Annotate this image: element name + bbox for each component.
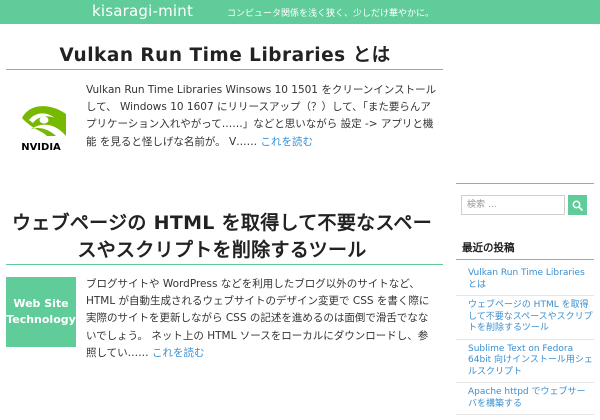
post-excerpt: Vulkan Run Time Libraries Winsows 10 150… (86, 82, 438, 151)
magnifier-icon (572, 200, 583, 211)
excerpt-text: ブログサイトや WordPress などを利用したブログ以外のサイトなど、 HT… (86, 278, 430, 359)
site-header: kisaragi-mint コンピュータ関係を浅く狭く、少しだけ華やかに。 (0, 0, 600, 24)
web-site-technology-thumbnail[interactable]: Web Site Technology (6, 277, 76, 347)
post-title[interactable]: ウェブページの HTML を取得して不要なスペースやスクリプトを削除するツール (6, 210, 438, 264)
recent-posts-title: 最近の投稿 (462, 242, 515, 254)
read-more-link[interactable]: これを読む (261, 136, 314, 148)
sidebar-divider (456, 259, 594, 260)
search-input[interactable] (461, 195, 565, 215)
recent-post-link[interactable]: Sublime Text on Fedora 64bit 向けインストール用シェ… (468, 344, 594, 379)
read-more-link[interactable]: これを読む (152, 347, 205, 359)
site-tagline: コンピュータ関係を浅く狭く、少しだけ華やかに。 (227, 9, 435, 19)
title-divider (6, 69, 443, 70)
post-title[interactable]: Vulkan Run Time Libraries とは (20, 41, 430, 67)
nvidia-logo-text: NVIDIA (21, 142, 61, 152)
recent-post-link[interactable]: Apache httpd でウェブサーバを構築する (468, 387, 594, 410)
recent-post-link[interactable]: ウェブページの HTML を取得して不要なスペースやスクリプトを削除するツール (468, 300, 594, 335)
search-button[interactable] (568, 195, 587, 215)
title-divider (6, 264, 443, 265)
list-item: Apache httpd でウェブサーバを構築する (456, 383, 594, 415)
nvidia-logo[interactable]: NVIDIA (6, 92, 76, 152)
list-item: ウェブページの HTML を取得して不要なスペースやスクリプトを削除するツール (456, 296, 594, 340)
list-item: Sublime Text on Fedora 64bit 向けインストール用シェ… (456, 340, 594, 383)
post-excerpt: ブログサイトや WordPress などを利用したブログ以外のサイトなど、 HT… (86, 276, 438, 362)
sidebar-divider (456, 183, 594, 184)
recent-posts-list: Vulkan Run Time Libraries とは ウェブページの HTM… (456, 264, 594, 415)
list-item: Vulkan Run Time Libraries とは (456, 264, 594, 296)
site-title[interactable]: kisaragi-mint (92, 2, 193, 20)
recent-post-link[interactable]: Vulkan Run Time Libraries とは (468, 268, 594, 291)
